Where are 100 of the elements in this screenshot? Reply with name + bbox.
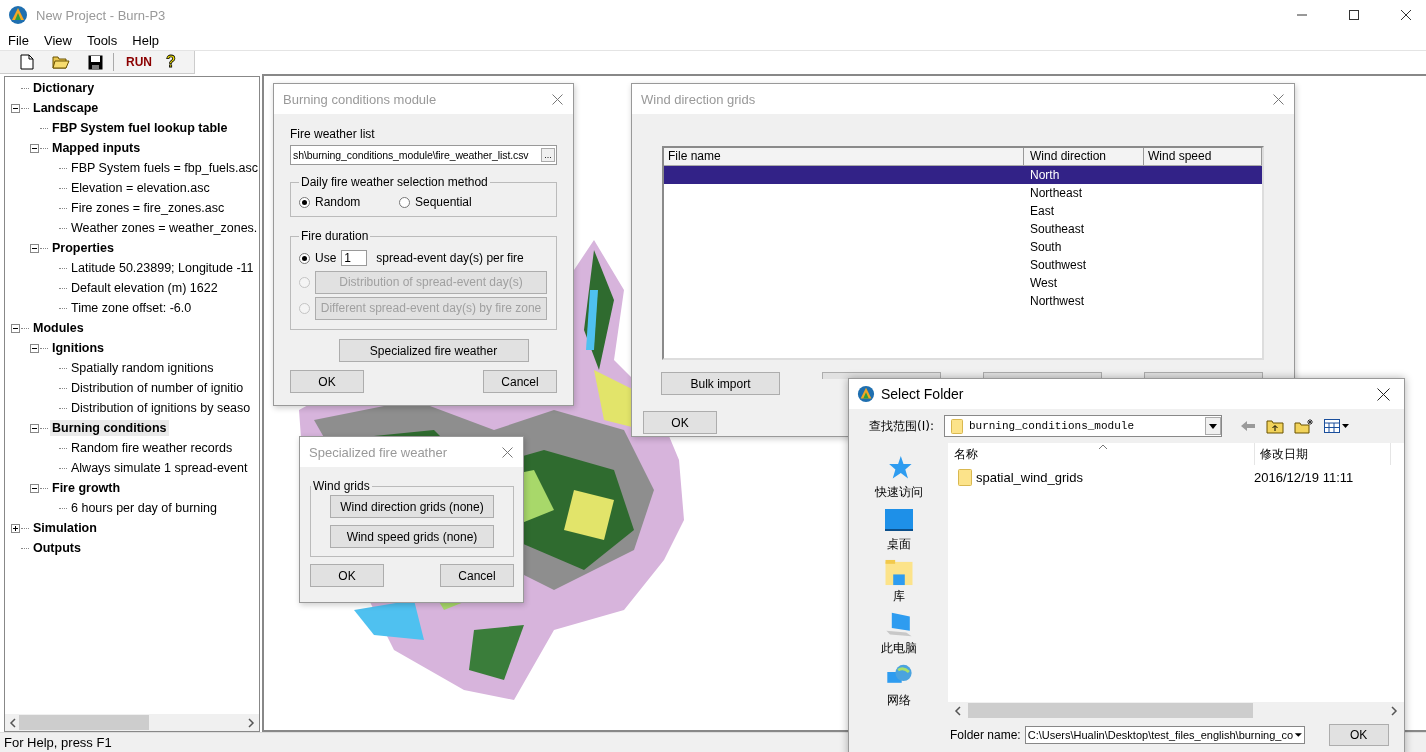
close-icon[interactable] [1377, 387, 1390, 401]
app-logo-icon [8, 5, 28, 25]
cancel-button[interactable]: Cancel [483, 370, 557, 393]
tree-item[interactable]: 6 hours per day of burning [69, 500, 219, 516]
list-row[interactable]: Northeast [664, 184, 1262, 202]
scrollbar-thumb[interactable] [19, 715, 149, 730]
place-item[interactable]: 快速访问 [874, 455, 923, 501]
column-header[interactable]: Wind speed [1144, 148, 1262, 165]
up-folder-icon[interactable] [1265, 418, 1284, 434]
tree-item[interactable]: Default elevation (m) 1622 [69, 280, 220, 296]
radio-button[interactable] [299, 252, 310, 264]
radio-label[interactable]: Random [315, 195, 361, 209]
menu-item[interactable]: Help [124, 32, 166, 48]
tree-item[interactable]: Latitude 50.23899; Longitude -11 [69, 260, 256, 276]
file-row[interactable]: spatial_wind_grids 2016/12/19 11:11 [948, 465, 1404, 489]
list-row[interactable]: East [664, 202, 1262, 220]
list-row[interactable]: Northwest [664, 292, 1262, 310]
collapse-icon[interactable] [30, 243, 39, 253]
list-row[interactable]: Southeast [664, 220, 1262, 238]
folder-icon [950, 418, 963, 434]
tree-item[interactable]: Distribution of ignitions by seaso [69, 400, 253, 416]
menu-item[interactable]: Tools [78, 32, 125, 48]
maximize-icon[interactable] [1348, 9, 1360, 21]
save-icon[interactable] [88, 54, 103, 70]
bulk-import-button[interactable]: Bulk import [661, 372, 780, 395]
radio-button[interactable] [399, 196, 410, 208]
tree-item[interactable]: Modules [31, 320, 86, 336]
column-header[interactable]: 修改日期 [1255, 443, 1391, 465]
tree-item[interactable]: Distribution of number of ignitio [69, 380, 246, 396]
list-row[interactable]: West [664, 274, 1262, 292]
horizontal-scrollbar[interactable] [5, 714, 259, 731]
tree-item[interactable]: Fire growth [50, 480, 123, 496]
radio-label[interactable]: Use [315, 251, 337, 265]
tree-item[interactable]: Always simulate 1 spread-event [69, 460, 250, 476]
scroll-left-icon[interactable] [954, 705, 962, 716]
column-header[interactable]: Wind direction [1024, 148, 1144, 165]
column-header[interactable]: 名称 [948, 443, 1255, 465]
tree-item[interactable]: Time zone offset: -6.0 [69, 300, 194, 316]
collapse-icon[interactable] [30, 483, 39, 493]
tree-item[interactable]: Random fire weather records [69, 440, 235, 456]
radio-label[interactable]: Sequential [415, 195, 472, 209]
run-button[interactable]: RUN [120, 55, 158, 69]
place-item[interactable]: 此电脑 [880, 611, 917, 657]
tree-item[interactable]: FBP System fuel lookup table [50, 120, 230, 136]
field-label: Fire weather list [290, 127, 376, 141]
tree-item[interactable]: Dictionary [31, 80, 97, 96]
wind-grids-button[interactable]: Wind direction grids (none) [330, 495, 494, 518]
ok-button[interactable]: OK [310, 564, 384, 587]
tree-item[interactable]: Burning conditions [50, 420, 169, 436]
tree-item[interactable]: Spatially random ignitions [69, 360, 216, 376]
tree-item[interactable]: Fire zones = fire_zones.asc [69, 200, 227, 216]
expand-icon[interactable] [11, 523, 20, 533]
days-field[interactable]: 1 [341, 250, 368, 266]
folder-name-field[interactable]: C:\Users\Hualin\Desktop\test_files_english\burning_co [1024, 726, 1305, 744]
place-item[interactable]: 桌面 [883, 507, 914, 553]
dropdown-arrow-icon[interactable] [1293, 731, 1304, 739]
close-icon[interactable] [1400, 9, 1412, 21]
new-file-icon[interactable] [20, 54, 34, 70]
collapse-icon[interactable] [30, 143, 39, 153]
list-row[interactable]: South [664, 238, 1262, 256]
tree-item[interactable]: Mapped inputs [50, 140, 143, 156]
cancel-button[interactable]: Cancel [440, 564, 514, 587]
collapse-icon[interactable] [30, 423, 39, 433]
place-label: 网络 [886, 692, 911, 709]
ok-button[interactable]: OK [1328, 724, 1389, 746]
tree-item[interactable]: Elevation = elevation.asc [69, 180, 212, 196]
tree-item[interactable]: Ignitions [50, 340, 107, 356]
menu-item[interactable]: File [0, 32, 36, 48]
column-header[interactable]: File name [664, 148, 1024, 165]
ok-button[interactable]: OK [643, 411, 717, 434]
open-folder-icon[interactable] [52, 55, 70, 69]
tree-item[interactable]: Simulation [31, 520, 99, 536]
place-item[interactable]: 网络 [883, 663, 914, 709]
file-path-field[interactable]: sh\burning_conditions_module\fire_weather_list.csv ... [290, 145, 557, 165]
tree-item[interactable]: Landscape [31, 100, 101, 116]
specialized-weather-button[interactable]: Specialized fire weather [338, 339, 529, 362]
collapse-icon[interactable] [11, 103, 20, 113]
ok-button[interactable]: OK [290, 370, 364, 393]
list-row[interactable]: North [664, 166, 1262, 184]
scroll-left-icon[interactable] [9, 717, 17, 728]
scrollbar-thumb[interactable] [968, 703, 1253, 718]
file-name: spatial_wind_grids [976, 469, 1083, 485]
scroll-right-icon[interactable] [1390, 705, 1398, 716]
tree-item[interactable]: FBP System fuels = fbp_fuels.asc [69, 160, 259, 176]
collapse-icon[interactable] [30, 343, 39, 353]
radio-button[interactable] [299, 196, 310, 208]
browse-button[interactable]: ... [541, 148, 555, 162]
new-folder-icon[interactable] [1293, 418, 1314, 434]
look-in-dropdown[interactable]: burning_conditions_module [943, 415, 1222, 437]
view-menu-icon[interactable] [1323, 419, 1350, 433]
collapse-icon[interactable] [11, 323, 20, 333]
scroll-right-icon[interactable] [247, 717, 255, 728]
list-row[interactable]: Southwest [664, 256, 1262, 274]
horizontal-scrollbar[interactable] [948, 702, 1404, 719]
place-item[interactable]: 库 [883, 559, 914, 605]
tree-item[interactable]: Properties [50, 240, 116, 256]
tree-item[interactable]: Weather zones = weather_zones. [69, 220, 259, 236]
wind-grids-button[interactable]: Wind speed grids (none) [330, 525, 494, 548]
tree-item[interactable]: Outputs [31, 540, 83, 556]
menu-item[interactable]: View [35, 32, 79, 48]
